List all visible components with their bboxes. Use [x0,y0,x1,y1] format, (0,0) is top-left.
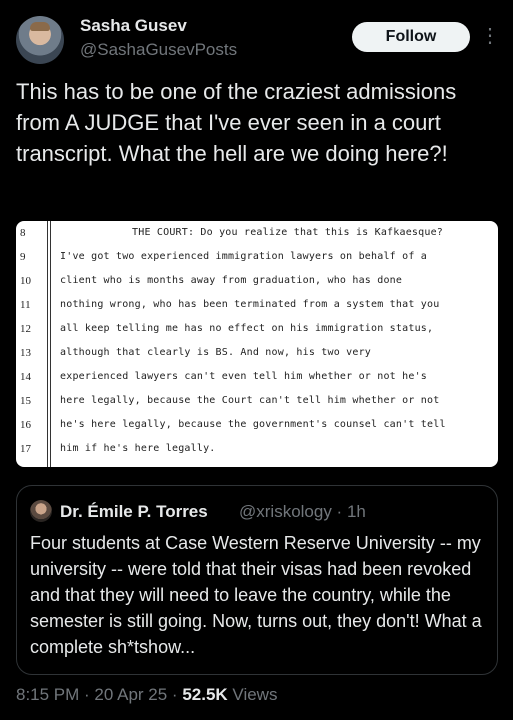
line-number: 8 [20,227,26,239]
transcript-line: 9 I've got two experienced immigration l… [16,251,498,275]
quoted-author-name[interactable]: Dr. Émile P. Torres [60,502,208,522]
transcript-line: 8 THE COURT: Do you realize that this is… [16,227,498,251]
quoted-author-avatar[interactable] [30,500,52,522]
timestamp[interactable]: 8:15 PM · 20 Apr 25 · [16,685,182,704]
views-count: 52.5K [182,685,228,704]
line-text: nothing wrong, who has been terminated f… [60,299,440,310]
quoted-author-handle[interactable]: @xriskology · 1h [239,502,366,522]
follow-button[interactable]: Follow [352,22,470,52]
transcript-line: 16 he's here legally, because the govern… [16,419,498,443]
line-number: 12 [20,323,31,335]
line-number: 11 [20,299,31,311]
tweet-text: This has to be one of the craziest admis… [16,79,457,166]
transcript-line: 17 him if he's here legally. [16,443,498,467]
line-text: experienced lawyers can't even tell him … [60,371,428,382]
line-number: 16 [20,419,31,431]
line-number: 17 [20,443,31,455]
line-text: I've got two experienced immigration law… [60,251,428,262]
transcript-line: 14 experienced lawyers can't even tell h… [16,371,498,395]
author-name[interactable]: Sasha Gusev [80,16,187,36]
line-text: he's here legally, because the governmen… [60,419,446,430]
quoted-tweet-text: Four students at Case Western Reserve Un… [30,533,482,657]
transcript-line: 13 although that clearly is BS. And now,… [16,347,498,371]
transcript-line: 12 all keep telling me has no effect on … [16,323,498,347]
line-text: THE COURT: Do you realize that this is K… [132,227,444,238]
more-vertical-icon[interactable]: ⋮ [480,24,500,48]
line-number: 10 [20,275,31,287]
line-text: all keep telling me has no effect on his… [60,323,434,334]
transcript-line: 10 client who is months away from gradua… [16,275,498,299]
quoted-tweet[interactable]: Dr. Émile P. Torres @xriskology · 1h Fou… [16,485,498,675]
transcript-line: 15 here legally, because the Court can't… [16,395,498,419]
line-number: 13 [20,347,31,359]
transcript-image[interactable]: 8 THE COURT: Do you realize that this is… [16,221,498,467]
line-text: client who is months away from graduatio… [60,275,403,286]
author-handle[interactable]: @SashaGusevPosts [80,40,237,60]
line-number: 15 [20,395,31,407]
line-text: here legally, because the Court can't te… [60,395,440,406]
tweet-meta: 8:15 PM · 20 Apr 25 · 52.5K Views [16,685,277,705]
line-number: 9 [20,251,26,263]
views-label: Views [227,685,278,704]
transcript-line: 11 nothing wrong, who has been terminate… [16,299,498,323]
line-number: 14 [20,371,31,383]
line-text: him if he's here legally. [60,443,216,454]
author-avatar[interactable] [16,16,64,64]
line-text: although that clearly is BS. And now, hi… [60,347,372,358]
